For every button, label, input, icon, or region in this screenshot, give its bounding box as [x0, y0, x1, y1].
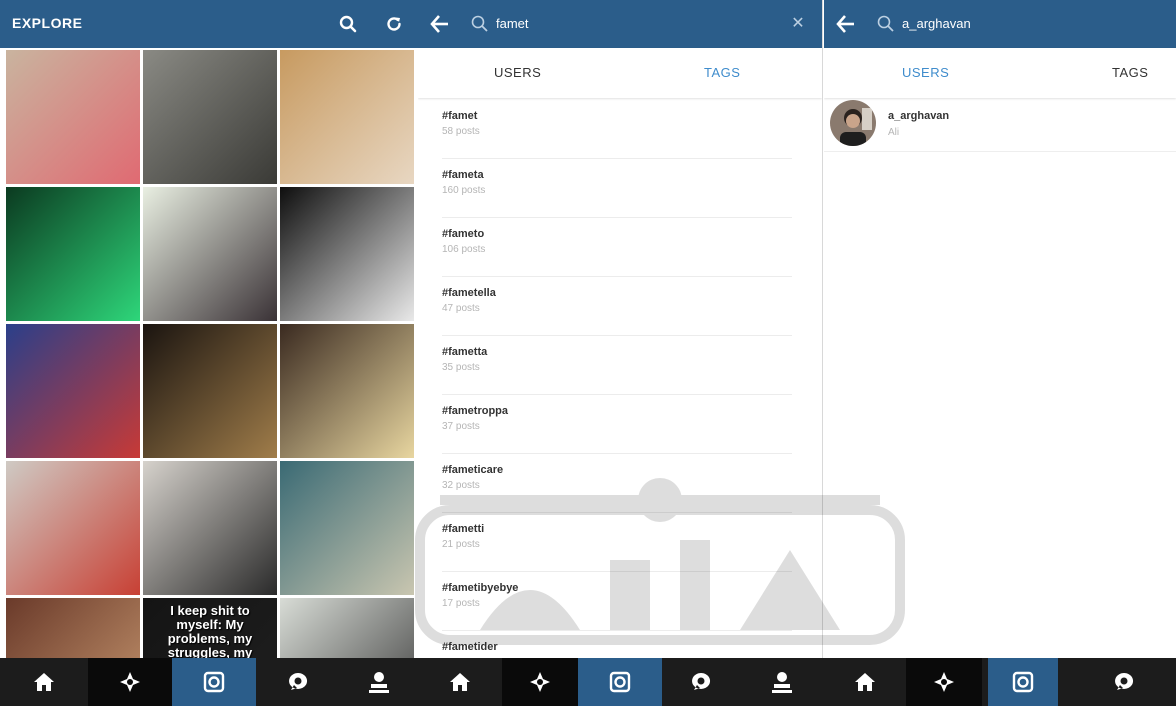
- nav-explore[interactable]: [906, 658, 982, 706]
- list-item[interactable]: #fameticare 32 posts: [418, 454, 822, 513]
- activity-icon: [289, 673, 308, 690]
- explore-photo-tile[interactable]: [143, 324, 277, 458]
- nav-activity[interactable]: [662, 658, 740, 706]
- tab-tags[interactable]: TAGS: [1112, 65, 1148, 80]
- tag-results-list: #famet 58 posts #fameta 160 posts #fameto 106…: [418, 100, 822, 690]
- list-item[interactable]: #fametibyebye 17 posts: [418, 572, 822, 631]
- home-icon: [855, 673, 875, 691]
- hashtag-post-count: 32 posts: [442, 480, 480, 491]
- hashtag-name: #famet: [442, 110, 478, 122]
- home-icon: [450, 673, 470, 691]
- search-field-icon: [471, 15, 488, 32]
- list-item[interactable]: #fametta 35 posts: [418, 336, 822, 395]
- username: a_arghavan: [888, 110, 950, 122]
- list-item[interactable]: #fametroppa 37 posts: [418, 395, 822, 454]
- hashtag-post-count: 17 posts: [442, 598, 480, 609]
- search-tabs: USERS TAGS: [824, 48, 1176, 98]
- camera-icon: [1012, 671, 1034, 693]
- list-item[interactable]: #famet 58 posts: [418, 100, 822, 159]
- user-search-panel: a_arghavan USERS TAGS a_arghavan Ali: [824, 0, 1176, 706]
- nav-profile[interactable]: [740, 658, 824, 706]
- camera-icon: [203, 671, 225, 693]
- search-header: famet ✕: [418, 0, 822, 48]
- explore-photo-tile[interactable]: [280, 187, 414, 321]
- hashtag-name: #fametider: [442, 641, 498, 653]
- explore-header: EXPLORE: [0, 0, 418, 48]
- nav-home[interactable]: [824, 658, 906, 706]
- hashtag-name: #fameta: [442, 169, 484, 181]
- avatar: [830, 100, 876, 146]
- nav-home[interactable]: [0, 658, 88, 706]
- hashtag-name: #fameto: [442, 228, 485, 240]
- explore-photo-tile[interactable]: [280, 324, 414, 458]
- nav-explore[interactable]: [88, 658, 172, 706]
- user-fullname: Ali: [888, 127, 900, 138]
- profile-icon: [772, 672, 792, 693]
- hashtag-name: #fametibyebye: [442, 582, 519, 594]
- back-arrow-icon[interactable]: [834, 12, 858, 36]
- explore-photo-tile[interactable]: [6, 50, 140, 184]
- nav-activity[interactable]: [1082, 658, 1166, 706]
- hashtag-name: #fameticare: [442, 464, 504, 476]
- tag-search-panel: famet ✕ USERS TAGS #famet 58 posts #fameta…: [418, 0, 823, 706]
- explore-grid: I keep shit to myself: My problems, my s…: [6, 48, 418, 706]
- tab-tags[interactable]: TAGS: [704, 65, 740, 80]
- explore-panel: EXPLORE I keep shit to myself: My proble…: [0, 0, 418, 706]
- activity-icon: [1115, 673, 1134, 690]
- tab-users[interactable]: USERS: [902, 65, 949, 80]
- nav-camera[interactable]: [578, 658, 662, 706]
- explore-icon: [530, 672, 550, 692]
- nav-camera[interactable]: [988, 658, 1058, 706]
- explore-photo-tile[interactable]: [280, 50, 414, 184]
- hashtag-post-count: 37 posts: [442, 421, 480, 432]
- list-item[interactable]: #fameta 160 posts: [418, 159, 822, 218]
- explore-photo-tile[interactable]: [6, 461, 140, 595]
- hashtag-post-count: 58 posts: [442, 126, 480, 137]
- explore-photo-tile[interactable]: [143, 50, 277, 184]
- search-input[interactable]: famet: [496, 16, 529, 31]
- explore-photo-tile[interactable]: [6, 324, 140, 458]
- list-item[interactable]: #fametti 21 posts: [418, 513, 822, 572]
- search-field-icon: [877, 15, 894, 32]
- nav-profile[interactable]: [340, 658, 418, 706]
- refresh-icon[interactable]: [382, 12, 406, 36]
- search-tabs: USERS TAGS: [418, 48, 822, 98]
- user-result-row[interactable]: a_arghavan Ali: [824, 100, 1176, 152]
- hashtag-post-count: 106 posts: [442, 244, 486, 255]
- tab-users[interactable]: USERS: [494, 65, 541, 80]
- list-item[interactable]: #fameto 106 posts: [418, 218, 822, 277]
- bottom-navigation: [0, 658, 1176, 706]
- search-header: a_arghavan: [824, 0, 1176, 48]
- search-icon[interactable]: [336, 12, 360, 36]
- explore-icon: [120, 672, 140, 692]
- hashtag-name: #fametroppa: [442, 405, 509, 417]
- explore-photo-tile[interactable]: [143, 187, 277, 321]
- nav-activity[interactable]: [256, 658, 340, 706]
- hashtag-post-count: 47 posts: [442, 303, 480, 314]
- hashtag-post-count: 160 posts: [442, 185, 486, 196]
- back-arrow-icon[interactable]: [428, 12, 452, 36]
- page-title: EXPLORE: [12, 15, 83, 31]
- explore-icon: [934, 672, 954, 692]
- camera-icon: [609, 671, 631, 693]
- search-input[interactable]: a_arghavan: [902, 16, 971, 31]
- nav-camera[interactable]: [172, 658, 256, 706]
- hashtag-post-count: 21 posts: [442, 539, 480, 550]
- hashtag-name: #fametta: [442, 346, 488, 358]
- explore-photo-tile[interactable]: [280, 461, 414, 595]
- home-icon: [34, 673, 54, 691]
- nav-home[interactable]: [418, 658, 502, 706]
- list-item[interactable]: #fametella 47 posts: [418, 277, 822, 336]
- hashtag-post-count: 35 posts: [442, 362, 480, 373]
- explore-photo-tile[interactable]: [143, 461, 277, 595]
- hashtag-name: #fametella: [442, 287, 496, 299]
- activity-icon: [692, 673, 711, 690]
- hashtag-name: #fametti: [442, 523, 485, 535]
- clear-search-icon[interactable]: ✕: [786, 12, 810, 36]
- profile-icon: [369, 672, 389, 693]
- explore-photo-tile[interactable]: [6, 187, 140, 321]
- nav-explore[interactable]: [502, 658, 578, 706]
